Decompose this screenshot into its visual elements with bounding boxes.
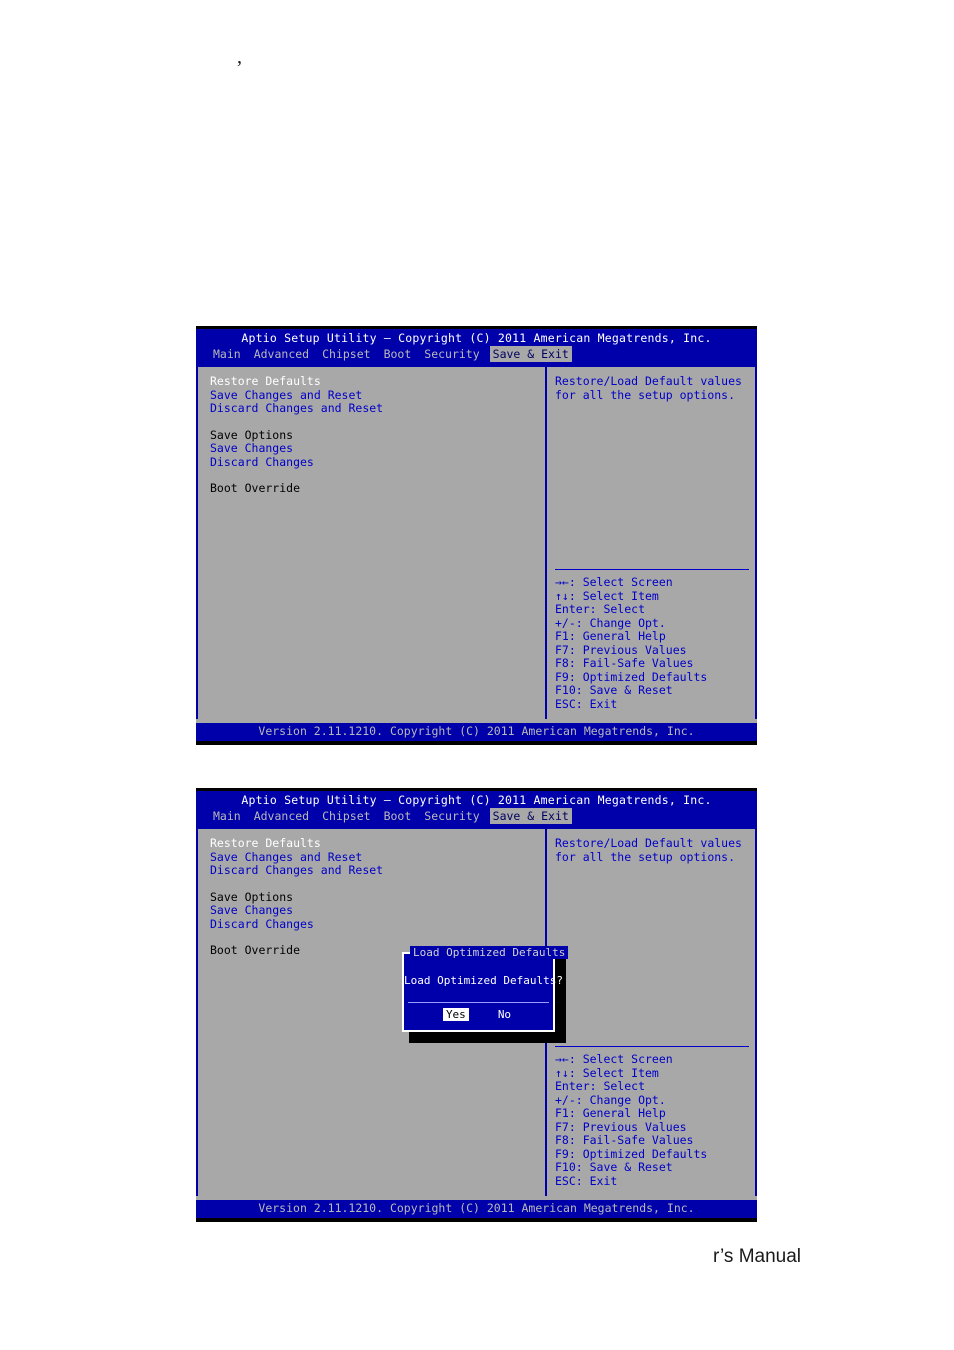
tab-advanced-2[interactable]: Advanced [251, 808, 312, 824]
help-line-2: for all the setup options. [555, 387, 736, 402]
bios-title-bar-2: Aptio Setup Utility – Copyright (C) 2011… [196, 791, 757, 808]
option-discard-changes[interactable]: Discard Changes [210, 455, 545, 470]
key-select-item: ↑↓: Select Item [555, 588, 659, 603]
group-save-options: Save Options [210, 427, 294, 442]
tab-main[interactable]: Main [210, 346, 244, 362]
screen-bottom-strip-2 [196, 1218, 757, 1222]
option-save-changes[interactable]: Save Changes [210, 441, 545, 456]
tab-security-2[interactable]: Security [421, 808, 482, 824]
option-spacer-3 [210, 878, 545, 891]
dialog-title: Load Optimized Defaults [410, 946, 569, 959]
option-discard-changes-and-reset[interactable]: Discard Changes and Reset [210, 401, 545, 416]
key-esc-exit-2: ESC: Exit [555, 1173, 618, 1188]
option-save-changes-and-reset[interactable]: Save Changes and Reset [210, 388, 545, 403]
option-discard-changes-2[interactable]: Discard Changes [210, 917, 545, 932]
help-pane-2: Restore/Load Default values for all the … [546, 829, 757, 1196]
key-esc-exit: ESC: Exit [555, 696, 618, 711]
bios-content-area-1: Restore Defaults Save Changes and Reset … [196, 365, 757, 719]
bios-version-footer-2: Version 2.11.1210. Copyright (C) 2011 Am… [196, 1200, 757, 1218]
page-footer-text: r’s Manual [713, 1246, 802, 1267]
group-boot-override: Boot Override [210, 481, 301, 495]
tab-save-and-exit[interactable]: Save & Exit [489, 346, 572, 362]
option-restore-defaults[interactable]: Restore Defaults [210, 374, 545, 389]
key-f9-optimized: F9: Optimized Defaults [555, 669, 708, 684]
bios-screenshot-top: Aptio Setup Utility – Copyright (C) 2011… [196, 326, 757, 745]
key-change-opt: +/-: Change Opt. [555, 615, 666, 630]
page-artifact-mark: ’ [236, 57, 243, 79]
key-f1-general-help: F1: General Help [555, 629, 666, 643]
bios-version-footer-1: Version 2.11.1210. Copyright (C) 2011 Am… [196, 723, 757, 741]
option-restore-defaults-2[interactable]: Restore Defaults [210, 836, 545, 851]
tab-main-2[interactable]: Main [210, 808, 244, 824]
settings-pane-1: Restore Defaults Save Changes and Reset … [196, 367, 546, 719]
key-enter-select: Enter: Select [555, 602, 646, 616]
group-save-options-2: Save Options [210, 889, 294, 904]
tab-save-and-exit-2[interactable]: Save & Exit [489, 808, 572, 824]
tab-boot[interactable]: Boot [381, 346, 415, 362]
tab-chipset-2[interactable]: Chipset [319, 808, 373, 824]
help-line-1: Restore/Load Default values [555, 374, 742, 388]
help-line-2-2: for all the setup options. [555, 849, 736, 864]
help-line-1-2: Restore/Load Default values [555, 836, 742, 850]
key-f10-save-reset-2: F10: Save & Reset [555, 1160, 673, 1174]
load-optimized-defaults-dialog: Load Optimized Defaults Load Optimized D… [402, 946, 569, 1032]
key-f8-fail-safe-2: F8: Fail-Safe Values [555, 1133, 694, 1147]
key-f8-fail-safe: F8: Fail-Safe Values [555, 656, 694, 670]
tab-advanced[interactable]: Advanced [251, 346, 312, 362]
key-select-screen: →←: Select Screen [555, 575, 673, 589]
bios-menu-bar-1: Main Advanced Chipset Boot Security Save & Ex… [196, 346, 757, 365]
key-select-screen-2: →←: Select Screen [555, 1052, 673, 1066]
key-legend-2: →←: Select Screen ↑↓: Select Item Enter:… [555, 1047, 755, 1188]
tab-security[interactable]: Security [421, 346, 482, 362]
key-f7-previous-values: F7: Previous Values [555, 642, 687, 657]
bios-title-bar-1: Aptio Setup Utility – Copyright (C) 2011… [196, 329, 757, 346]
help-pane-1: Restore/Load Default values for all the … [546, 367, 757, 719]
key-f7-previous-values-2: F7: Previous Values [555, 1119, 687, 1134]
option-save-changes-and-reset-2[interactable]: Save Changes and Reset [210, 850, 545, 865]
tab-boot-2[interactable]: Boot [381, 808, 415, 824]
key-change-opt-2: +/-: Change Opt. [555, 1092, 666, 1107]
option-save-changes-2[interactable]: Save Changes [210, 903, 545, 918]
key-select-item-2: ↑↓: Select Item [555, 1065, 659, 1080]
key-legend-1: →←: Select Screen ↑↓: Select Item Enter:… [555, 570, 755, 711]
dialog-no-button[interactable]: No [495, 1008, 514, 1021]
option-discard-changes-and-reset-2[interactable]: Discard Changes and Reset [210, 863, 545, 878]
dialog-yes-button[interactable]: Yes [442, 1008, 469, 1021]
key-f10-save-reset: F10: Save & Reset [555, 683, 673, 697]
screen-bottom-strip-1 [196, 741, 757, 745]
bios-menu-bar-2: Main Advanced Chipset Boot Security Save & Ex… [196, 808, 757, 827]
key-f1-general-help-2: F1: General Help [555, 1106, 666, 1120]
dialog-button-row: Yes No [404, 1003, 553, 1021]
key-enter-select-2: Enter: Select [555, 1079, 646, 1093]
tab-chipset[interactable]: Chipset [319, 346, 373, 362]
key-f9-optimized-2: F9: Optimized Defaults [555, 1146, 708, 1161]
option-spacer-1 [210, 416, 545, 429]
